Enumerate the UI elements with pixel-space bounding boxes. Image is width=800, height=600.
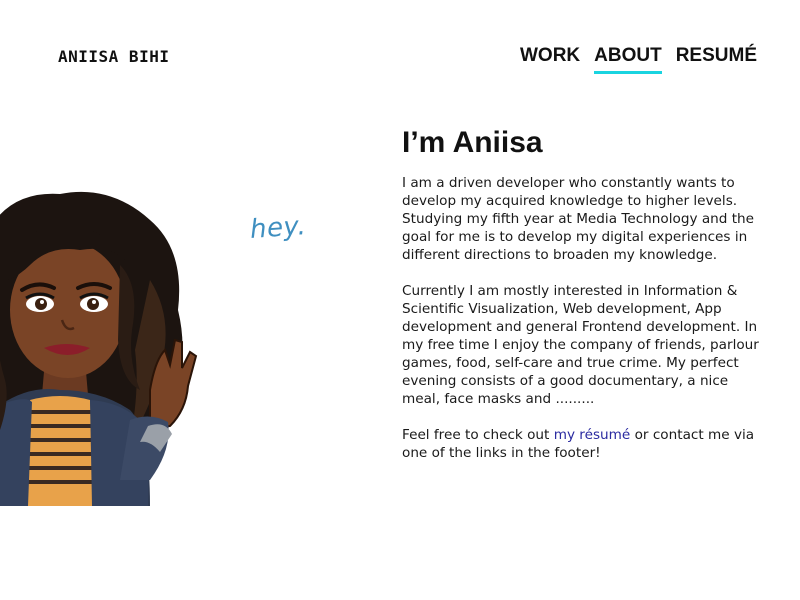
nav-work-link[interactable]: WORK [520,45,580,70]
nav-about-link[interactable]: ABOUT [594,45,662,74]
hey-speech-text: hey. [249,211,308,245]
main-nav: WORK ABOUT RESUMÉ [520,45,757,74]
about-paragraph-interests: Currently I am mostly interested in Info… [402,283,759,407]
about-section: I’m Aniisa I am a driven developer who c… [402,126,767,480]
page-title: I’m Aniisa [402,126,543,159]
resume-inline-link[interactable]: my résumé [554,427,631,443]
avatar-waving-icon [0,190,210,506]
nav-resume-link[interactable]: RESUMÉ [676,45,757,70]
contact-text-before: Feel free to check out [402,427,554,443]
about-paragraph-contact: Feel free to check out my résumé or cont… [402,426,767,462]
about-paragraph-intro: I am a driven developer who constantly w… [402,175,755,263]
brand-logo-link[interactable]: ANIISA BIHI [58,47,169,66]
